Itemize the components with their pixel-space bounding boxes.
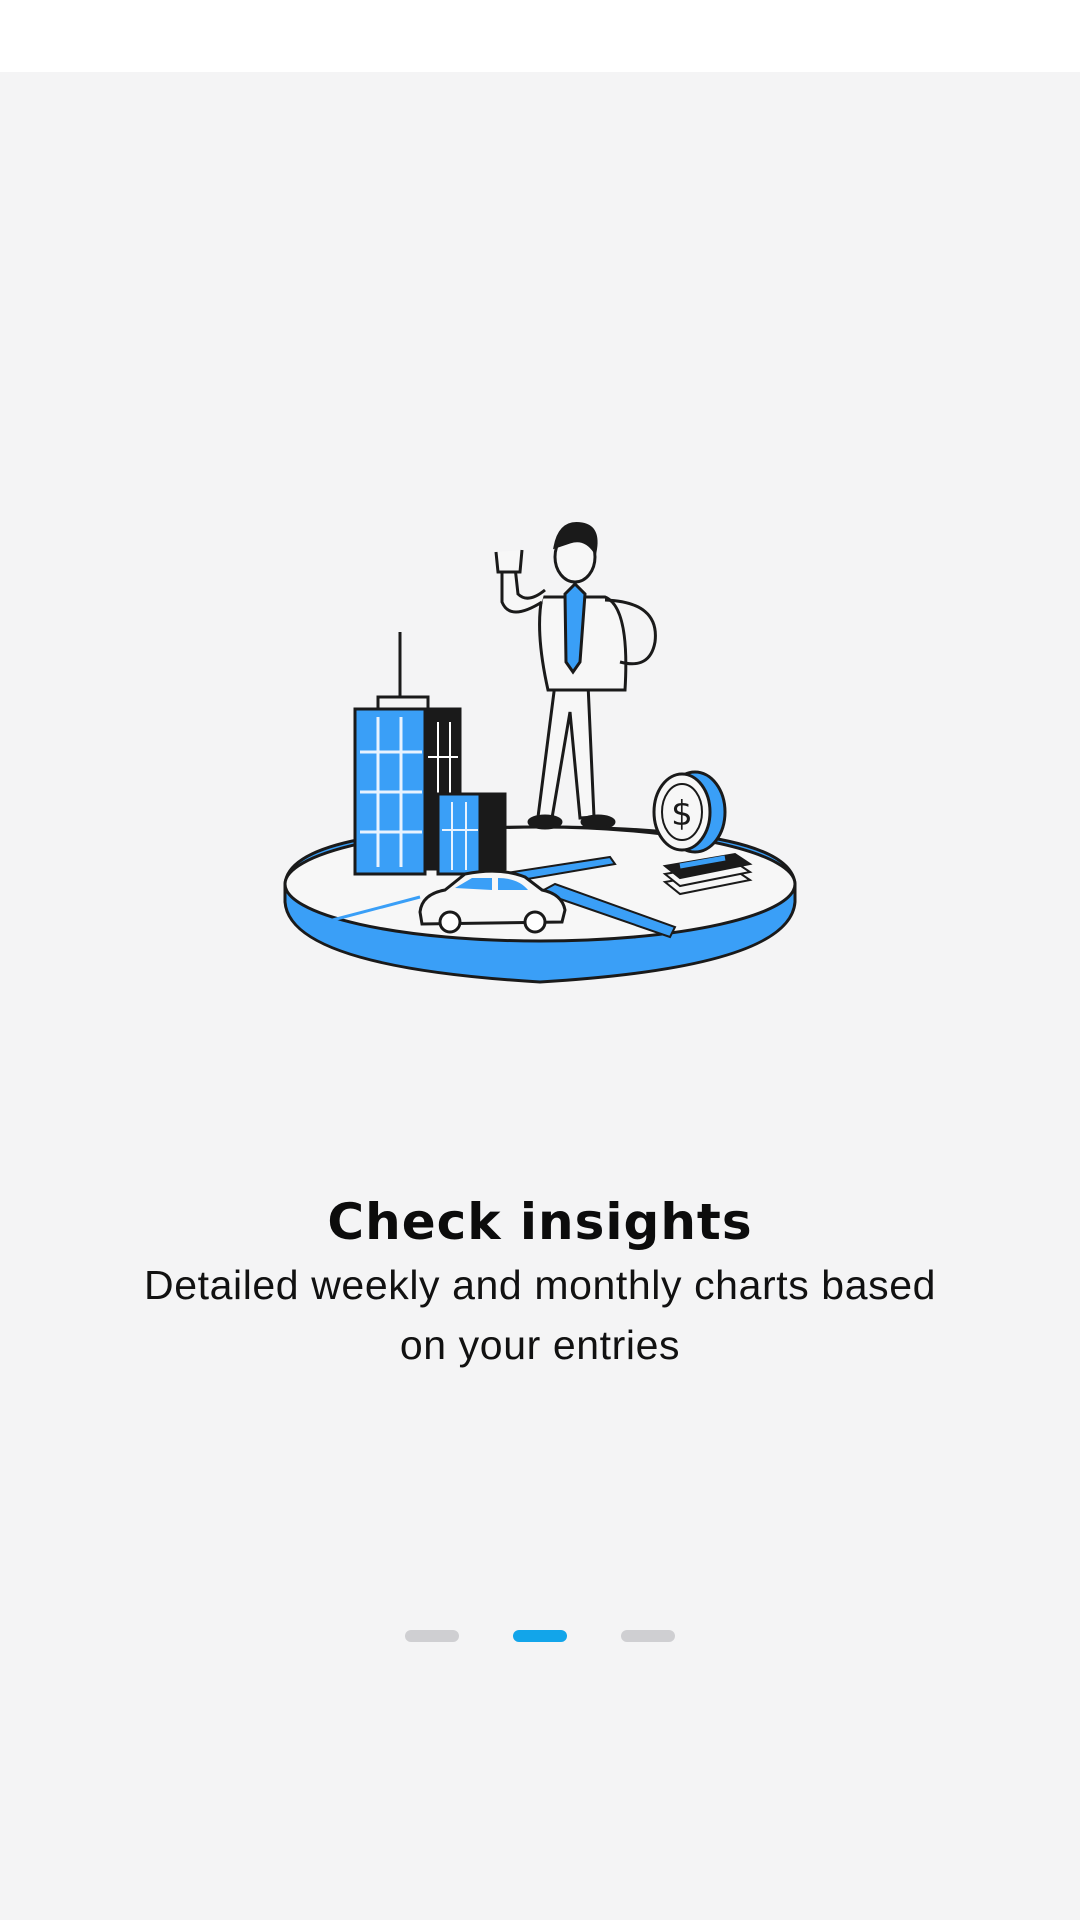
page-indicator-dot-3[interactable] [621, 1630, 675, 1642]
page-indicator [0, 1630, 1080, 1642]
page-indicator-dot-1[interactable] [405, 1630, 459, 1642]
status-bar [0, 0, 1080, 72]
onboarding-screen[interactable]: $ Check insights Detailed weekly and mon… [0, 72, 1080, 1920]
onboarding-illustration: $ [270, 512, 810, 1012]
page-indicator-dot-2[interactable] [513, 1630, 567, 1642]
svg-text:$: $ [671, 794, 693, 834]
onboarding-title: Check insights [327, 1193, 753, 1251]
onboarding-subtitle: Detailed weekly and monthly charts based… [143, 1262, 937, 1368]
